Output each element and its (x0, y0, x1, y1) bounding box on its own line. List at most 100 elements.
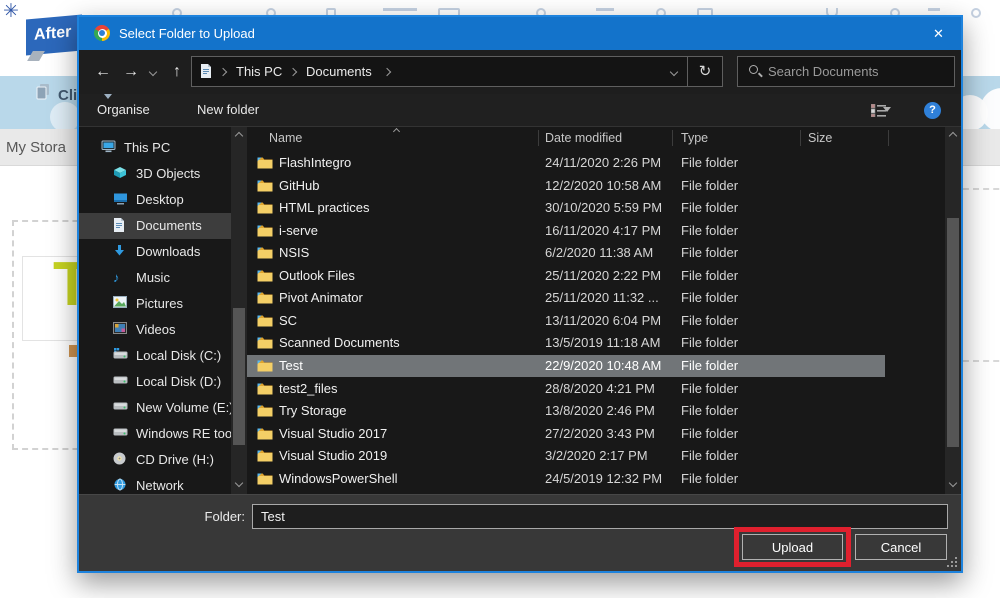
sidebar-scrollbar[interactable] (231, 127, 247, 494)
sidebar-item-local-disk-c[interactable]: Local Disk (C:) (79, 343, 231, 369)
file-row[interactable]: test2_files28/8/2020 4:21 PMFile folder (247, 378, 961, 400)
column-header-size[interactable]: Size (808, 127, 832, 149)
refresh-button[interactable]: ↻ (687, 56, 723, 87)
file-date-modified: 13/8/2020 2:46 PM (545, 400, 655, 422)
sidebar-item-network[interactable]: Network (79, 473, 231, 494)
scroll-down-icon[interactable] (234, 479, 242, 487)
file-name: Visual Studio 2019 (279, 445, 387, 467)
address-bar[interactable]: This PC Documents (191, 56, 688, 87)
file-name: i-serve (279, 220, 318, 242)
sidebar-item-new-volume-e[interactable]: New Volume (E:) (79, 395, 231, 421)
back-button[interactable]: ← (91, 60, 115, 84)
cancel-button[interactable]: Cancel (855, 534, 947, 560)
sidebar-item-3d-objects[interactable]: 3D Objects (79, 161, 231, 187)
file-row[interactable]: GitHub12/2/2020 10:58 AMFile folder (247, 175, 961, 197)
sidebar-item-label: CD Drive (H:) (136, 447, 214, 473)
file-row[interactable]: Try Storage13/8/2020 2:46 PMFile folder (247, 400, 961, 422)
file-type: File folder (681, 378, 738, 400)
file-row[interactable]: Test22/9/2020 10:48 AMFile folder (247, 355, 885, 377)
sidebar-item-label: New Volume (E:) (136, 395, 231, 421)
copy-icon (36, 83, 51, 105)
sidebar-item-desktop[interactable]: Desktop (79, 187, 231, 213)
file-row[interactable]: HTML practices30/10/2020 5:59 PMFile fol… (247, 197, 961, 219)
sidebar-item-pictures[interactable]: Pictures (79, 291, 231, 317)
file-name: FlashIntegro (279, 152, 351, 174)
close-icon[interactable]: ✕ (916, 17, 961, 50)
file-row[interactable]: Outlook Files25/11/2020 2:22 PMFile fold… (247, 265, 961, 287)
scroll-up-icon[interactable] (234, 132, 242, 140)
column-header-date[interactable]: Date modified (545, 127, 622, 149)
folder-label: Folder: (179, 504, 245, 529)
up-button[interactable]: ↑ (165, 60, 189, 84)
help-icon[interactable]: ? (924, 102, 941, 119)
breadcrumb-documents[interactable]: Documents (306, 57, 372, 86)
history-dropdown-icon[interactable] (149, 68, 157, 76)
file-list-scrollbar[interactable] (945, 127, 961, 494)
file-type: File folder (681, 355, 738, 377)
background-toolbar-fragments (0, 0, 1000, 16)
column-divider[interactable] (888, 130, 889, 146)
new-folder-button[interactable]: New folder (197, 94, 259, 126)
file-type: File folder (681, 468, 738, 490)
column-header-type[interactable]: Type (681, 127, 708, 149)
sidebar-item-documents[interactable]: Documents (79, 213, 231, 239)
select-folder-dialog: Select Folder to Upload ✕ ← → ↑ This PC … (77, 15, 963, 573)
column-header-name[interactable]: Name (269, 127, 302, 149)
background-icon-fragment (928, 8, 940, 11)
scroll-up-icon[interactable] (948, 132, 956, 140)
file-type: File folder (681, 265, 738, 287)
column-divider[interactable] (800, 130, 801, 146)
chevron-down-icon (104, 94, 112, 99)
dialog-title: Select Folder to Upload (119, 17, 255, 50)
file-type: File folder (681, 400, 738, 422)
sidebar-item-label: Music (136, 265, 170, 291)
my-storage-tab[interactable]: My Stora (6, 129, 66, 166)
file-name: WindowsPowerShell (279, 468, 398, 490)
file-type: File folder (681, 332, 738, 354)
sidebar-item-videos[interactable]: Videos (79, 317, 231, 343)
breadcrumb-this-pc[interactable]: This PC (236, 57, 282, 86)
file-row[interactable]: Scanned Documents13/5/2019 11:18 AMFile … (247, 332, 961, 354)
file-date-modified: 12/2/2020 10:58 AM (545, 175, 661, 197)
file-type: File folder (681, 310, 738, 332)
forward-button[interactable]: → (119, 60, 143, 84)
file-row[interactable]: Visual Studio 20193/2/2020 2:17 PMFile f… (247, 445, 961, 467)
column-divider[interactable] (538, 130, 539, 146)
sidebar-item-local-disk-d[interactable]: Local Disk (D:) (79, 369, 231, 395)
sidebar-item-windows-re-too[interactable]: Windows RE too (79, 421, 231, 447)
file-date-modified: 13/11/2020 6:04 PM (545, 310, 661, 332)
scrollbar-thumb[interactable] (233, 308, 245, 445)
sidebar-item-music[interactable]: ♪ Music (79, 265, 231, 291)
folder-name-input[interactable] (252, 504, 948, 529)
command-bar: Organise New folder ? (79, 94, 961, 127)
file-row[interactable]: FlashIntegro24/11/2020 2:26 PMFile folde… (247, 152, 961, 174)
file-row[interactable]: WindowsPowerShell 24/5/2019 12:32 PM File … (247, 468, 961, 490)
clipboard-label[interactable]: Cli (58, 87, 77, 104)
file-row[interactable]: Pivot Animator25/11/2020 11:32 ...File f… (247, 287, 961, 309)
sidebar-item-label: Desktop (136, 187, 184, 213)
scrollbar-thumb[interactable] (947, 218, 959, 447)
scroll-down-icon[interactable] (948, 479, 956, 487)
file-row[interactable]: NSIS6/2/2020 11:38 AMFile folder (247, 242, 961, 264)
logo-text: After (34, 23, 71, 43)
file-date-modified: 3/2/2020 2:17 PM (545, 445, 648, 467)
file-date-modified: 25/11/2020 2:22 PM (545, 265, 661, 287)
column-divider[interactable] (672, 130, 673, 146)
file-row[interactable]: SC13/11/2020 6:04 PMFile folder (247, 310, 961, 332)
address-dropdown-icon[interactable] (670, 68, 678, 76)
search-input[interactable] (768, 57, 948, 86)
file-type: File folder (681, 423, 738, 445)
file-date-modified: 24/5/2019 12:32 PM (545, 468, 662, 490)
file-date-modified: 25/11/2020 11:32 ... (545, 287, 659, 309)
sidebar-item-downloads[interactable]: Downloads (79, 239, 231, 265)
sidebar-item-cd-drive-h[interactable]: CD Drive (H:) (79, 447, 231, 473)
svg-text:♪: ♪ (113, 270, 120, 284)
sidebar-item-label: Pictures (136, 291, 183, 317)
view-options-dropdown-icon[interactable] (883, 107, 891, 112)
file-row[interactable]: Visual Studio 201727/2/2020 3:43 PMFile … (247, 423, 961, 445)
file-row[interactable]: i-serve16/11/2020 4:17 PMFile folder (247, 220, 961, 242)
dialog-title-bar[interactable]: Select Folder to Upload ✕ (79, 17, 961, 50)
upload-button[interactable]: Upload (742, 534, 843, 560)
window-resize-grip[interactable] (947, 557, 957, 567)
sidebar-item-this-pc[interactable]: This PC (79, 135, 231, 161)
